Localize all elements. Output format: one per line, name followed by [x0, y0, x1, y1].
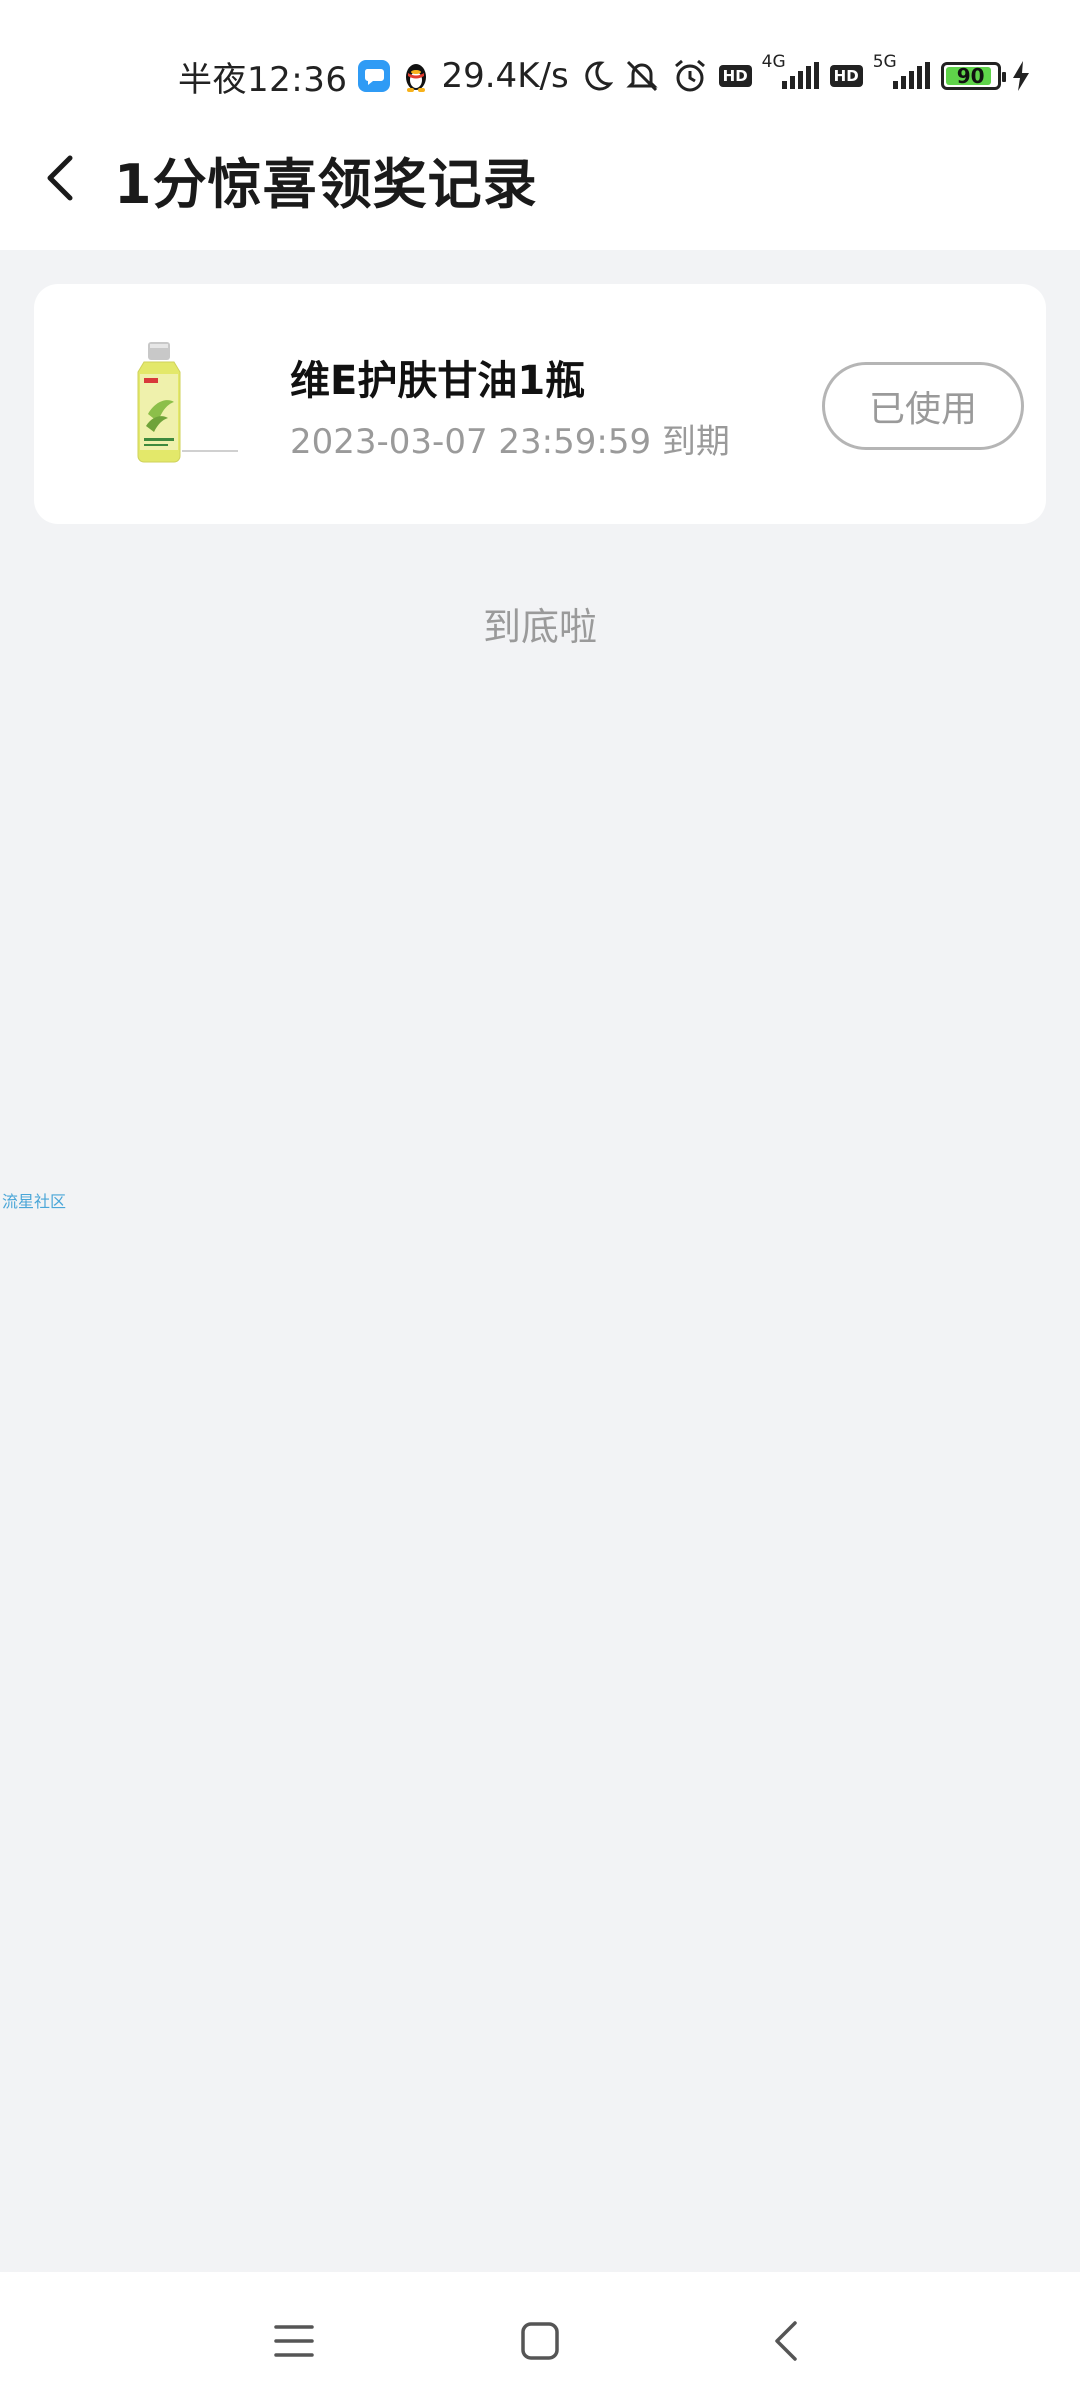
hd-icon: HD — [718, 65, 752, 87]
glycerin-bottle-image — [124, 334, 274, 474]
list-end-text: 到底啦 — [482, 605, 597, 649]
prize-name: 维E护肤甘油1瓶 — [290, 358, 586, 404]
back-button[interactable] — [30, 148, 90, 208]
back-triangle-icon — [775, 2321, 797, 2361]
status-bar-row: 半夜12:36 29.4K/s HD 4G HD 5G 90 — [178, 52, 1031, 100]
menu-icon — [274, 2325, 314, 2357]
signal-icon — [892, 62, 930, 89]
chevron-left-icon — [47, 155, 73, 201]
network-5g: 5G — [873, 52, 931, 91]
moon-icon — [579, 59, 613, 93]
recent-apps-button[interactable] — [264, 2316, 324, 2366]
network-4g: 4G — [762, 52, 820, 91]
status-time: 半夜12:36 — [178, 59, 348, 100]
used-status-button[interactable]: 已使用 — [822, 362, 1024, 450]
page-title: 1分惊喜领奖记录 — [114, 153, 538, 216]
battery-icon: 90 — [940, 62, 1006, 90]
signal-icon — [781, 62, 819, 89]
network-4g-label: 4G — [761, 52, 786, 72]
network-5g-label: 5G — [872, 52, 897, 72]
qq-penguin-icon — [401, 59, 431, 93]
battery-level: 90 — [956, 64, 985, 88]
home-button[interactable] — [510, 2316, 570, 2366]
bell-muted-icon — [623, 57, 661, 95]
watermark: 流星社区 — [2, 1192, 67, 1211]
prize-record-card: 维E护肤甘油1瓶 2023-03-07 23:59:59 到期 已使用 — [34, 284, 1046, 524]
home-square-icon — [521, 2322, 559, 2360]
net-speed: 29.4K/s — [441, 56, 569, 96]
charging-bolt-icon — [1011, 60, 1031, 92]
hd-icon: HD — [829, 65, 863, 87]
chat-app-icon — [357, 59, 391, 93]
alarm-icon — [671, 57, 709, 95]
prize-expiry: 2023-03-07 23:59:59 到期 — [290, 422, 730, 462]
page-header: 1分惊喜领奖记录 — [0, 120, 1080, 250]
nav-back-button[interactable] — [756, 2316, 816, 2366]
status-bar: 半夜12:36 29.4K/s HD 4G HD 5G 90 — [0, 0, 1080, 140]
system-nav-bar — [0, 2272, 1080, 2400]
